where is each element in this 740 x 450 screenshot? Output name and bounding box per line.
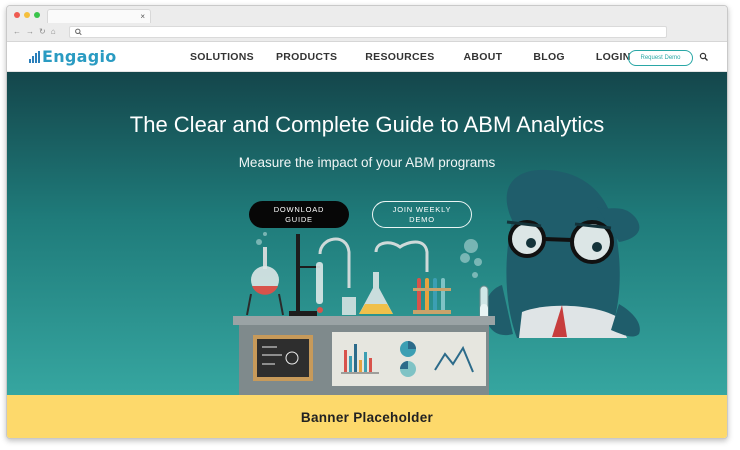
- forward-arrow-icon[interactable]: →: [26, 27, 34, 37]
- close-window-button[interactable]: [14, 12, 20, 18]
- download-guide-button[interactable]: DOWNLOAD GUIDE: [249, 201, 349, 228]
- bubbles: [256, 232, 482, 278]
- logo-text: Engagio: [42, 47, 117, 66]
- back-arrow-icon[interactable]: ←: [13, 27, 21, 37]
- maximize-window-button[interactable]: [34, 12, 40, 18]
- nav-item-solutions[interactable]: SOLUTIONS: [190, 51, 254, 63]
- hero-title: The Clear and Complete Guide to ABM Anal…: [129, 112, 605, 137]
- tab-close-icon[interactable]: ×: [140, 10, 145, 23]
- lab-equipment: [233, 234, 495, 395]
- banner-text: Banner Placeholder: [300, 410, 434, 425]
- home-icon[interactable]: ⌂: [51, 27, 56, 37]
- nav-item-blog[interactable]: BLOG: [533, 51, 565, 63]
- nav-item-resources[interactable]: RESOURCES: [365, 51, 434, 63]
- nav-item-about[interactable]: ABOUT: [464, 51, 503, 63]
- reload-icon[interactable]: ↻: [39, 27, 46, 37]
- nav-item-products[interactable]: PRODUCTS: [276, 51, 337, 63]
- browser-window: × ← → ↻ ⌂ Engagio SOLUTIONS PRODUCTS RES…: [6, 5, 728, 439]
- hero-subtitle: Measure the impact of your ABM programs: [238, 155, 496, 170]
- main-nav: SOLUTIONS PRODUCTS RESOURCES ABOUT BLOG …: [185, 42, 631, 72]
- browser-tab[interactable]: ×: [47, 9, 151, 23]
- hero-section: The Clear and Complete Guide to ABM Anal…: [7, 72, 727, 395]
- address-bar[interactable]: [69, 26, 667, 38]
- logo-bars-icon: [29, 50, 40, 63]
- browser-nav-buttons: ← → ↻ ⌂: [13, 27, 56, 37]
- site-header: Engagio SOLUTIONS PRODUCTS RESOURCES ABO…: [7, 42, 727, 72]
- join-weekly-demo-button[interactable]: JOIN WEEKLY DEMO: [372, 201, 472, 228]
- search-icon[interactable]: [699, 52, 709, 62]
- chalkboard: [253, 335, 313, 381]
- banner: Banner Placeholder: [7, 395, 727, 438]
- octopus-mascot: [485, 169, 640, 338]
- minimize-window-button[interactable]: [24, 12, 30, 18]
- nav-item-login[interactable]: LOGIN: [596, 51, 631, 63]
- request-demo-button[interactable]: Request Demo: [628, 50, 693, 66]
- engagio-logo[interactable]: Engagio: [29, 47, 117, 66]
- browser-chrome: × ← → ↻ ⌂: [7, 6, 727, 42]
- charts-board: [332, 332, 486, 386]
- search-icon: [75, 28, 82, 36]
